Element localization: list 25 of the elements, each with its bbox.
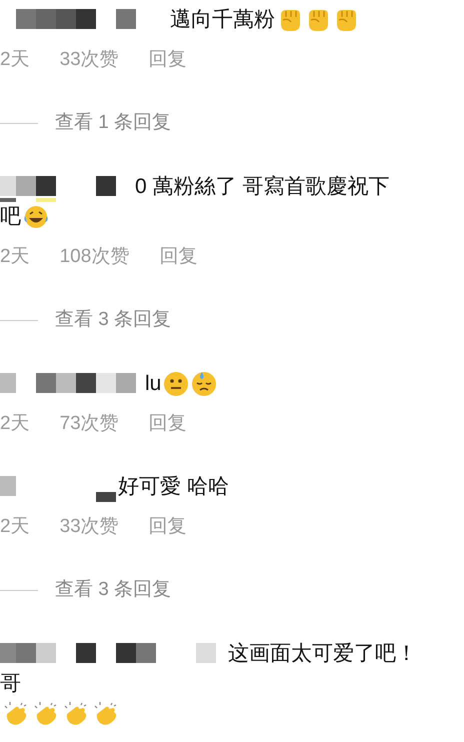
reply-button[interactable]: 回复 <box>148 410 187 438</box>
comment-time: 2天 <box>0 244 30 269</box>
comment-time: 2天 <box>0 48 30 72</box>
view-replies-link[interactable]: 查看 3 条回复 <box>55 306 172 334</box>
comment-text: 哥 <box>0 671 21 697</box>
like-count[interactable]: 33次赞 <box>60 46 119 74</box>
comment-time: 2天 <box>0 514 30 539</box>
comment-text: 好可愛 哈哈 <box>118 474 229 500</box>
view-replies-link[interactable]: 查看 1 条回复 <box>55 108 172 138</box>
reply-button[interactable]: 回复 <box>148 46 187 74</box>
comment-text: 吧 <box>0 204 21 230</box>
reply-button[interactable]: 回复 <box>159 242 198 272</box>
reply-button[interactable]: 回复 <box>148 512 187 542</box>
laughing-face-icon <box>23 204 49 230</box>
like-count[interactable]: 108次赞 <box>60 242 130 272</box>
comment-time: 2天 <box>0 412 30 436</box>
comment-text: 0 萬粉絲了 哥寫首歌慶祝下 <box>135 174 390 200</box>
like-count[interactable]: 33次赞 <box>60 512 119 542</box>
comment-text: lu <box>145 371 162 397</box>
like-count[interactable]: 73次赞 <box>60 410 119 438</box>
view-replies-link[interactable]: 查看 3 条回复 <box>55 576 172 604</box>
sweat-face-icon <box>191 371 218 397</box>
comment-text: 这画面太可爱了吧！ <box>228 641 417 667</box>
neutral-face-icon <box>163 371 190 397</box>
comment-text: 邁向千萬粉 <box>170 7 275 33</box>
